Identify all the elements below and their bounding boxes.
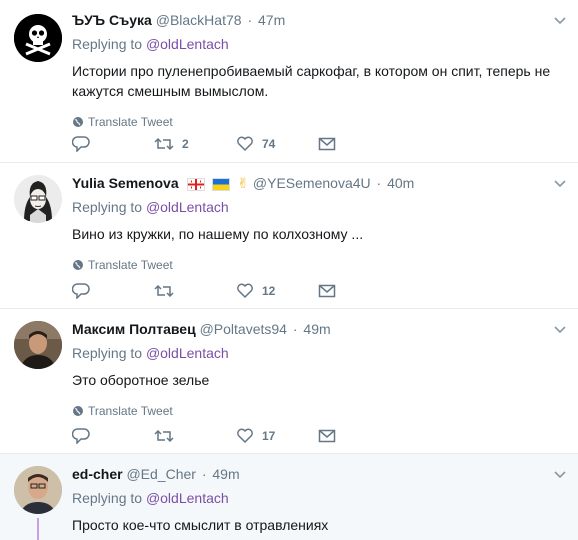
tweet-header: ed-cher @Ed_Cher · 49m (72, 464, 566, 484)
replying-to: Replying to @oldLentach (72, 344, 566, 362)
fullname[interactable]: ЪУЪ Съука (72, 12, 152, 28)
tweet-text: Это оборотное зелье (72, 372, 210, 388)
envelope-icon (318, 429, 336, 443)
like-button[interactable]: 12 (236, 283, 318, 299)
avatar-illustration (14, 175, 62, 223)
mention-link[interactable]: @oldLentach (146, 490, 229, 506)
fullname[interactable]: Максим Полтавец (72, 321, 196, 337)
globe-icon (73, 117, 83, 127)
timestamp[interactable]: 49m (212, 466, 239, 482)
separator: · (201, 466, 207, 482)
fullname[interactable]: Yulia Semenova (72, 175, 179, 191)
like-count: 12 (262, 284, 276, 298)
avatar[interactable] (14, 175, 62, 223)
avatar[interactable] (14, 466, 62, 514)
retweet-count: 2 (182, 137, 189, 151)
avatar[interactable] (14, 321, 62, 369)
retweet-icon (154, 429, 174, 443)
translate-tweet-button[interactable]: Translate Tweet (72, 258, 566, 272)
direct-message-button[interactable] (318, 137, 400, 151)
globe-icon (73, 260, 83, 270)
heart-icon (237, 136, 253, 152)
tweet[interactable]: ed-cher @Ed_Cher · 49m Replying to @oldL… (0, 454, 578, 540)
translate-label: Translate Tweet (88, 258, 173, 272)
tweet-text: Истории про пуленепробиваемый саркофаг, … (72, 63, 551, 99)
replying-to: Replying to @oldLentach (72, 35, 566, 53)
direct-message-button[interactable] (318, 429, 400, 443)
retweet-icon (154, 284, 174, 298)
ukraine-flag-icon (212, 177, 231, 191)
separator: · (247, 12, 253, 28)
like-count: 74 (262, 137, 276, 151)
tweet[interactable]: Максим Полтавец @Poltavets94 · 49m Reply… (0, 309, 578, 454)
like-button[interactable]: 17 (236, 428, 318, 444)
username[interactable]: @YESemenova4U (253, 175, 371, 191)
retweet-icon (154, 137, 174, 151)
tweet-header: Максим Полтавец @Poltavets94 · 49m (72, 319, 566, 339)
replying-label: Replying to (72, 36, 143, 52)
reply-icon (72, 428, 90, 444)
retweet-button[interactable] (154, 283, 236, 299)
reply-button[interactable] (72, 283, 154, 299)
reply-button[interactable] (72, 428, 154, 444)
replying-to: Replying to @oldLentach (72, 489, 566, 507)
tweet-header: Yulia Semenova ✌ @YESemenova4U · 40m (72, 173, 566, 193)
reply-icon (72, 136, 90, 152)
heart-icon (237, 428, 253, 444)
like-button[interactable]: 74 (236, 136, 318, 152)
like-count: 17 (262, 429, 276, 443)
retweet-button[interactable] (154, 428, 236, 444)
timestamp[interactable]: 47m (258, 12, 285, 28)
replying-label: Replying to (72, 345, 143, 361)
reply-button[interactable] (72, 136, 154, 152)
envelope-icon (318, 137, 336, 151)
timestamp[interactable]: 49m (303, 321, 330, 337)
username[interactable]: @BlackHat78 (156, 12, 242, 28)
replying-label: Replying to (72, 199, 143, 215)
victory-hand-icon: ✌ (237, 175, 250, 191)
georgia-flag-icon (186, 177, 205, 191)
avatar[interactable] (14, 14, 62, 62)
heart-icon (237, 283, 253, 299)
direct-message-button[interactable] (318, 284, 400, 298)
timestamp[interactable]: 40m (387, 175, 414, 191)
avatar-photo (14, 466, 62, 514)
translate-tweet-button[interactable]: Translate Tweet (72, 115, 566, 129)
reply-icon (72, 283, 90, 299)
translate-tweet-button[interactable]: Translate Tweet (72, 404, 566, 418)
translate-label: Translate Tweet (88, 115, 173, 129)
separator: · (292, 321, 298, 337)
avatar-photo (14, 321, 62, 369)
translate-label: Translate Tweet (88, 404, 173, 418)
replying-label: Replying to (72, 490, 143, 506)
envelope-icon (318, 284, 336, 298)
mention-link[interactable]: @oldLentach (146, 345, 229, 361)
username[interactable]: @Poltavets94 (200, 321, 287, 337)
mention-link[interactable]: @oldLentach (146, 199, 229, 215)
tweet[interactable]: Yulia Semenova ✌ @YESemenova4U · 40m Rep… (0, 163, 578, 309)
thread-line (37, 518, 39, 540)
retweet-button[interactable]: 2 (154, 136, 236, 152)
fullname[interactable]: ed-cher (72, 466, 123, 482)
replying-to: Replying to @oldLentach (72, 198, 566, 216)
username[interactable]: @Ed_Cher (126, 466, 195, 482)
tweet[interactable]: ЪУЪ Съука @BlackHat78 · 47m Replying to … (0, 0, 578, 163)
tweet-text: Просто кое-что смыслит в отравлениях (72, 517, 329, 533)
separator: · (376, 175, 382, 191)
mention-link[interactable]: @oldLentach (146, 36, 229, 52)
tweet-header: ЪУЪ Съука @BlackHat78 · 47m (72, 10, 566, 30)
skull-crossbones-icon (14, 14, 62, 62)
globe-icon (73, 406, 83, 416)
tweet-text: Вино из кружки, по нашему по колхозному … (72, 226, 364, 242)
